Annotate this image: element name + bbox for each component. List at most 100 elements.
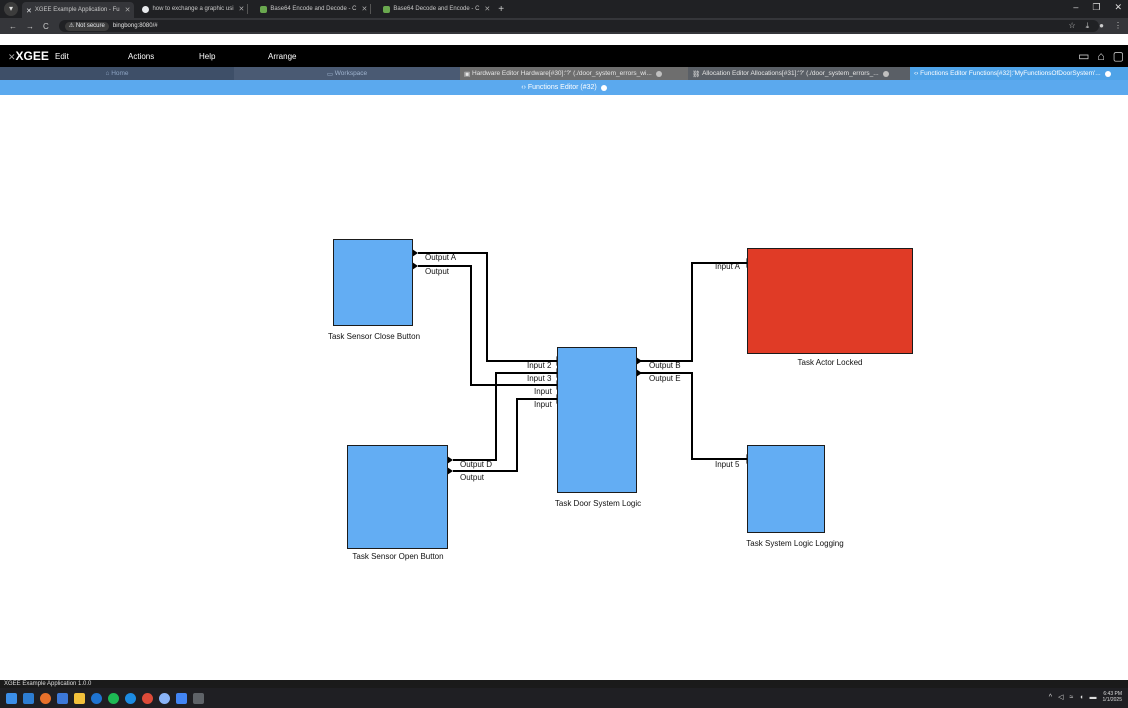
port-label-output: Output bbox=[425, 267, 450, 276]
battery-icon[interactable]: ▬ bbox=[1090, 694, 1097, 701]
wire-logic-b-to-actor bbox=[640, 262, 748, 362]
close-tab-icon[interactable]: ✕ bbox=[125, 6, 131, 14]
close-editor-dot-icon[interactable] bbox=[600, 84, 607, 91]
block-task-door-system-logic[interactable] bbox=[557, 347, 637, 493]
port-label-output-a: Output A bbox=[425, 253, 457, 262]
edge-icon[interactable] bbox=[125, 692, 136, 704]
app-brand: ✕XGEE bbox=[8, 49, 49, 63]
volume-icon[interactable]: ◖ bbox=[1079, 694, 1083, 701]
tab-allocation-editor[interactable]: ⛓ Allocation Editor Allocations[#31]:'?'… bbox=[688, 67, 910, 80]
tab-search-icon[interactable]: ▾ bbox=[4, 2, 18, 16]
port-label-input: Input bbox=[534, 387, 552, 396]
block-task-system-logic-logging[interactable] bbox=[747, 445, 825, 533]
editor-subheader: ‹› Functions Editor (#32) bbox=[0, 80, 1128, 95]
send-icon[interactable]: ◁ bbox=[1058, 693, 1063, 701]
forward-arrow-icon[interactable]: → bbox=[26, 22, 34, 31]
block-label: Task System Logic Logging bbox=[746, 539, 844, 548]
terminal-icon[interactable] bbox=[193, 692, 204, 704]
app-icon[interactable] bbox=[91, 692, 102, 704]
close-window-icon[interactable]: ✕ bbox=[1114, 2, 1122, 13]
menu-help[interactable]: Help bbox=[199, 52, 215, 61]
block-task-actor-locked[interactable] bbox=[747, 248, 913, 354]
block-label: Task Door System Logic bbox=[554, 499, 642, 508]
chrome-icon[interactable] bbox=[142, 692, 153, 704]
code-icon: ‹› bbox=[521, 84, 528, 91]
block-task-sensor-close-button[interactable] bbox=[333, 239, 413, 326]
system-clock[interactable]: 6:43 PM 1/1/2025 bbox=[1103, 691, 1122, 703]
block-label: Task Sensor Open Button bbox=[352, 552, 444, 561]
tab-home[interactable]: ⌂ Home bbox=[0, 67, 234, 80]
start-icon[interactable] bbox=[6, 692, 17, 704]
taskview-icon[interactable] bbox=[57, 692, 68, 704]
security-badge[interactable]: ⚠ Not secure bbox=[64, 21, 109, 31]
window-controls: – ❐ ✕ bbox=[1073, 2, 1122, 13]
chevron-up-icon[interactable]: ^ bbox=[1049, 694, 1052, 701]
reload-icon[interactable]: C bbox=[43, 22, 49, 31]
profile-icon[interactable]: ● bbox=[1099, 21, 1104, 31]
browser-tab-strip: ▾ ✕ XGEE Example Application - Fu ✕ how … bbox=[0, 0, 1128, 18]
menu-actions[interactable]: Actions bbox=[128, 52, 154, 61]
vscode-icon[interactable] bbox=[23, 692, 34, 704]
menubar-icons: ▭ ⌂ ▢ bbox=[1078, 49, 1124, 63]
bookmark-star-icon[interactable]: ☆ bbox=[1068, 21, 1075, 31]
file-explorer-icon[interactable] bbox=[74, 692, 85, 704]
block-label: Task Sensor Close Button bbox=[327, 332, 421, 341]
port-label-output-d: Output D bbox=[460, 460, 493, 469]
browser-tab-graphic[interactable]: how to exchange a graphic usi ✕ bbox=[138, 2, 252, 16]
folder-icon[interactable]: ▭ bbox=[1078, 49, 1089, 63]
download-icon[interactable]: ⤓ bbox=[1086, 21, 1090, 31]
port-label-output-e: Output E bbox=[649, 374, 681, 383]
wire-logic-e-to-logging bbox=[640, 372, 748, 460]
new-tab-button[interactable]: + bbox=[498, 4, 504, 15]
close-tab-dot-icon[interactable] bbox=[882, 70, 889, 77]
browser-tab-base64-decode[interactable]: Base64 Decode and Encode - C ✕ bbox=[379, 2, 494, 16]
close-tab-icon[interactable]: ✕ bbox=[239, 5, 245, 13]
port-label-input-5: Input 5 bbox=[715, 460, 740, 469]
wifi-icon[interactable]: ≈ bbox=[1069, 694, 1073, 701]
app-status-bar: XGEE Example Application 1.0.0 bbox=[0, 680, 1128, 688]
menu-arrange[interactable]: Arrange bbox=[268, 52, 296, 61]
browser-tab-base64-encode[interactable]: Base64 Encode and Decode - C ✕ bbox=[256, 2, 375, 16]
close-tab-dot-icon[interactable] bbox=[655, 70, 662, 77]
tab-hardware-editor[interactable]: ▣ Hardware Editor Hardware[#30]:'?' (./d… bbox=[460, 67, 688, 80]
base64-favicon-icon bbox=[383, 5, 391, 13]
app-menubar: ✕XGEE Edit Actions Help Arrange ▭ ⌂ ▢ bbox=[0, 45, 1128, 67]
close-tab-dot-icon[interactable] bbox=[1104, 70, 1111, 77]
editor-tabs: ⌂ Home ▭ Workspace ▣ Hardware Editor Har… bbox=[0, 67, 1128, 80]
port-label-input-3: Input 3 bbox=[527, 374, 552, 383]
url-text: bingbong:8080/# bbox=[112, 23, 158, 29]
close-tab-icon[interactable]: ✕ bbox=[484, 5, 490, 13]
menu-edit[interactable]: Edit bbox=[55, 52, 69, 61]
photos-icon[interactable] bbox=[176, 692, 187, 704]
block-task-sensor-open-button[interactable] bbox=[347, 445, 448, 549]
chip-icon: ▣ bbox=[464, 70, 472, 78]
kebab-menu-icon[interactable]: ⋮ bbox=[1114, 21, 1122, 31]
url-input[interactable]: ⚠ Not secure bingbong:8080/# bbox=[58, 20, 1099, 32]
link-icon: ⛓ bbox=[692, 70, 703, 78]
diagram-canvas[interactable]: Task Sensor Close Button Task Sensor Ope… bbox=[0, 95, 1128, 680]
port-label-input-a: Input A bbox=[715, 262, 740, 271]
firefox-icon[interactable] bbox=[40, 692, 51, 704]
toolbar-icons: ☆ ⤓ ● ⋮ bbox=[1068, 21, 1122, 31]
restore-icon[interactable]: ❐ bbox=[1092, 2, 1100, 13]
tab-workspace[interactable]: ▭ Workspace bbox=[234, 67, 460, 80]
port-label-output: Output bbox=[460, 473, 485, 482]
window-icon[interactable]: ▢ bbox=[1113, 49, 1124, 63]
folder-icon: ▭ bbox=[326, 70, 335, 78]
base64-favicon-icon bbox=[260, 5, 268, 13]
back-arrow-icon[interactable]: ← bbox=[9, 22, 17, 31]
port-label-input: Input bbox=[534, 400, 552, 409]
minimize-icon[interactable]: – bbox=[1073, 2, 1078, 13]
spotify-icon[interactable] bbox=[108, 692, 119, 704]
settings-gear-icon[interactable] bbox=[159, 692, 170, 704]
port-label-input-2: Input 2 bbox=[527, 361, 552, 370]
browser-tab-xgee[interactable]: ✕ XGEE Example Application - Fu ✕ bbox=[22, 2, 135, 18]
block-label: Task Actor Locked bbox=[797, 358, 863, 367]
xgee-favicon-icon: ✕ bbox=[26, 7, 32, 15]
tab-functions-editor[interactable]: ‹› Functions Editor Functions[#32]:'MyFu… bbox=[910, 67, 1128, 80]
tab-divider bbox=[247, 4, 249, 14]
home-icon[interactable]: ⌂ bbox=[1097, 49, 1104, 63]
os-taskbar: ^ ◁ ≈ ◖ ▬ 6:43 PM 1/1/2025 bbox=[0, 688, 1128, 708]
close-tab-icon[interactable]: ✕ bbox=[361, 5, 367, 13]
close-x-icon[interactable]: ✕ bbox=[8, 52, 16, 62]
